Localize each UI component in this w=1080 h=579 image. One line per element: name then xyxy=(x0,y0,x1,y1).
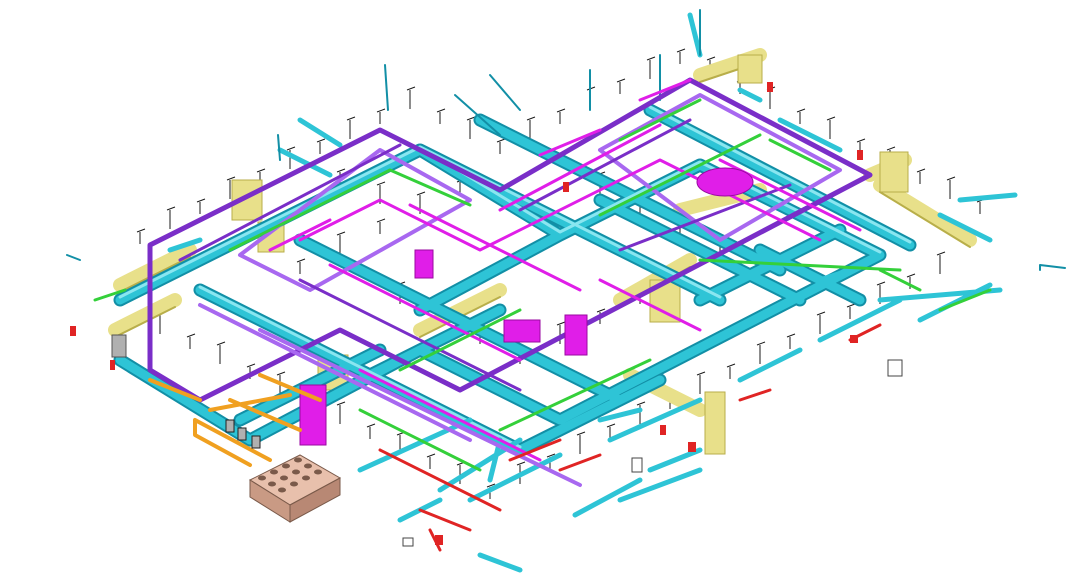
chiller-fan-cell xyxy=(258,475,266,481)
hanger-rod-cap xyxy=(946,176,956,181)
hanger-rod-cap xyxy=(886,146,896,151)
hanger-rod-cap xyxy=(166,206,176,211)
chiller-fan-cell xyxy=(302,475,310,481)
hanger-rod-cap xyxy=(646,56,656,61)
chiller-fan-cell xyxy=(280,475,288,481)
hanger-rod-cap xyxy=(606,423,616,428)
pump-unit xyxy=(225,419,235,433)
hanger-rod-cap xyxy=(426,453,436,458)
process-tank xyxy=(414,249,434,279)
hanger-rod-cap xyxy=(186,333,196,338)
hanger-rod-cap xyxy=(336,231,346,236)
pump-unit xyxy=(887,359,903,377)
hanger-rod-cap xyxy=(876,281,886,286)
hanger-rod-cap xyxy=(726,363,736,368)
hanger-rod-cap xyxy=(796,108,806,113)
hanger-rod-cap xyxy=(196,198,206,203)
hanger-rod-cap xyxy=(706,56,716,61)
hanger-rod-cap xyxy=(406,86,416,91)
pump-unit xyxy=(631,457,643,473)
chiller-fan-cell xyxy=(304,463,312,469)
hanger-rod-cap xyxy=(596,308,606,313)
chiller-fan-cell xyxy=(268,481,276,487)
chiller-fan-cell xyxy=(292,469,300,475)
hanger-rod-cap xyxy=(286,146,296,151)
hanger-rod-cap xyxy=(676,48,686,53)
process-tank xyxy=(503,319,541,343)
hanger-rod-cap xyxy=(136,228,146,233)
mep-isometric-model xyxy=(66,9,1066,573)
hanger-rod-cap xyxy=(376,181,386,186)
valve-box xyxy=(857,150,863,160)
hanger-rod-cap xyxy=(906,273,916,278)
hanger-rod-cap xyxy=(816,311,826,316)
pump-unit xyxy=(251,435,261,449)
hanger-rod-cap xyxy=(376,218,386,223)
hanger-rod-cap xyxy=(936,251,946,256)
valve-box xyxy=(563,182,569,192)
valve-box xyxy=(110,360,115,370)
process-tank xyxy=(696,167,754,197)
hanger-rod-cap xyxy=(346,116,356,121)
ahu-unit xyxy=(879,151,909,193)
hanger-rod-cap xyxy=(366,423,376,428)
valve-box xyxy=(688,442,696,452)
hanger-rod-cap xyxy=(556,321,566,326)
hanger-rod-cap xyxy=(826,116,836,121)
ahu-unit xyxy=(704,391,726,455)
chiller-fan-cell xyxy=(314,469,322,475)
process-tank xyxy=(564,314,588,356)
hanger-rod-cap xyxy=(526,116,536,121)
hanger-rod-cap xyxy=(756,341,766,346)
chiller-fan-cell xyxy=(270,469,278,475)
hanger-rod-cap xyxy=(296,258,306,263)
chiller-fan-cell xyxy=(290,481,298,487)
chiller-fan-cell xyxy=(278,487,286,493)
hanger-rod-cap xyxy=(556,108,566,113)
hanger-rod-cap xyxy=(216,341,226,346)
hanger-rod-cap xyxy=(516,461,526,466)
chiller-fan-cell xyxy=(282,463,290,469)
hanger-rod-cap xyxy=(696,371,706,376)
hanger-rod-cap xyxy=(916,168,926,173)
hanger-rod-cap xyxy=(256,168,266,173)
pump-unit xyxy=(237,427,247,441)
chiller-fan-cell xyxy=(294,457,302,463)
ahu-unit xyxy=(737,54,763,84)
pump-unit xyxy=(402,537,414,547)
hanger-rod-cap xyxy=(246,363,256,368)
hanger-rod-cap xyxy=(376,108,386,113)
hanger-rod-cap xyxy=(576,431,586,436)
valve-box xyxy=(850,335,858,343)
hanger-rod-cap xyxy=(336,401,346,406)
supply-duct-system xyxy=(66,9,1066,573)
hanger-rod-cap xyxy=(316,138,326,143)
hanger-rod-cap xyxy=(786,333,796,338)
hanger-rod-cap xyxy=(616,78,626,83)
hanger-rod-cap xyxy=(436,108,446,113)
pump-unit xyxy=(111,334,127,358)
hanger-rod-cap xyxy=(496,138,506,143)
hanger-rod-cap xyxy=(276,371,286,376)
supply-duct-face xyxy=(115,105,915,455)
hanger-rod-cap xyxy=(416,191,426,196)
valve-box xyxy=(70,326,76,336)
hanger-rod-cap xyxy=(846,303,856,308)
valve-box xyxy=(435,535,443,545)
hanger-rod-cap xyxy=(336,168,346,173)
valve-box xyxy=(660,425,666,435)
hanger-rod-cap xyxy=(856,138,866,143)
chiller-block xyxy=(248,454,342,523)
valve-box xyxy=(767,82,773,92)
hanger-rod-cap xyxy=(636,401,646,406)
